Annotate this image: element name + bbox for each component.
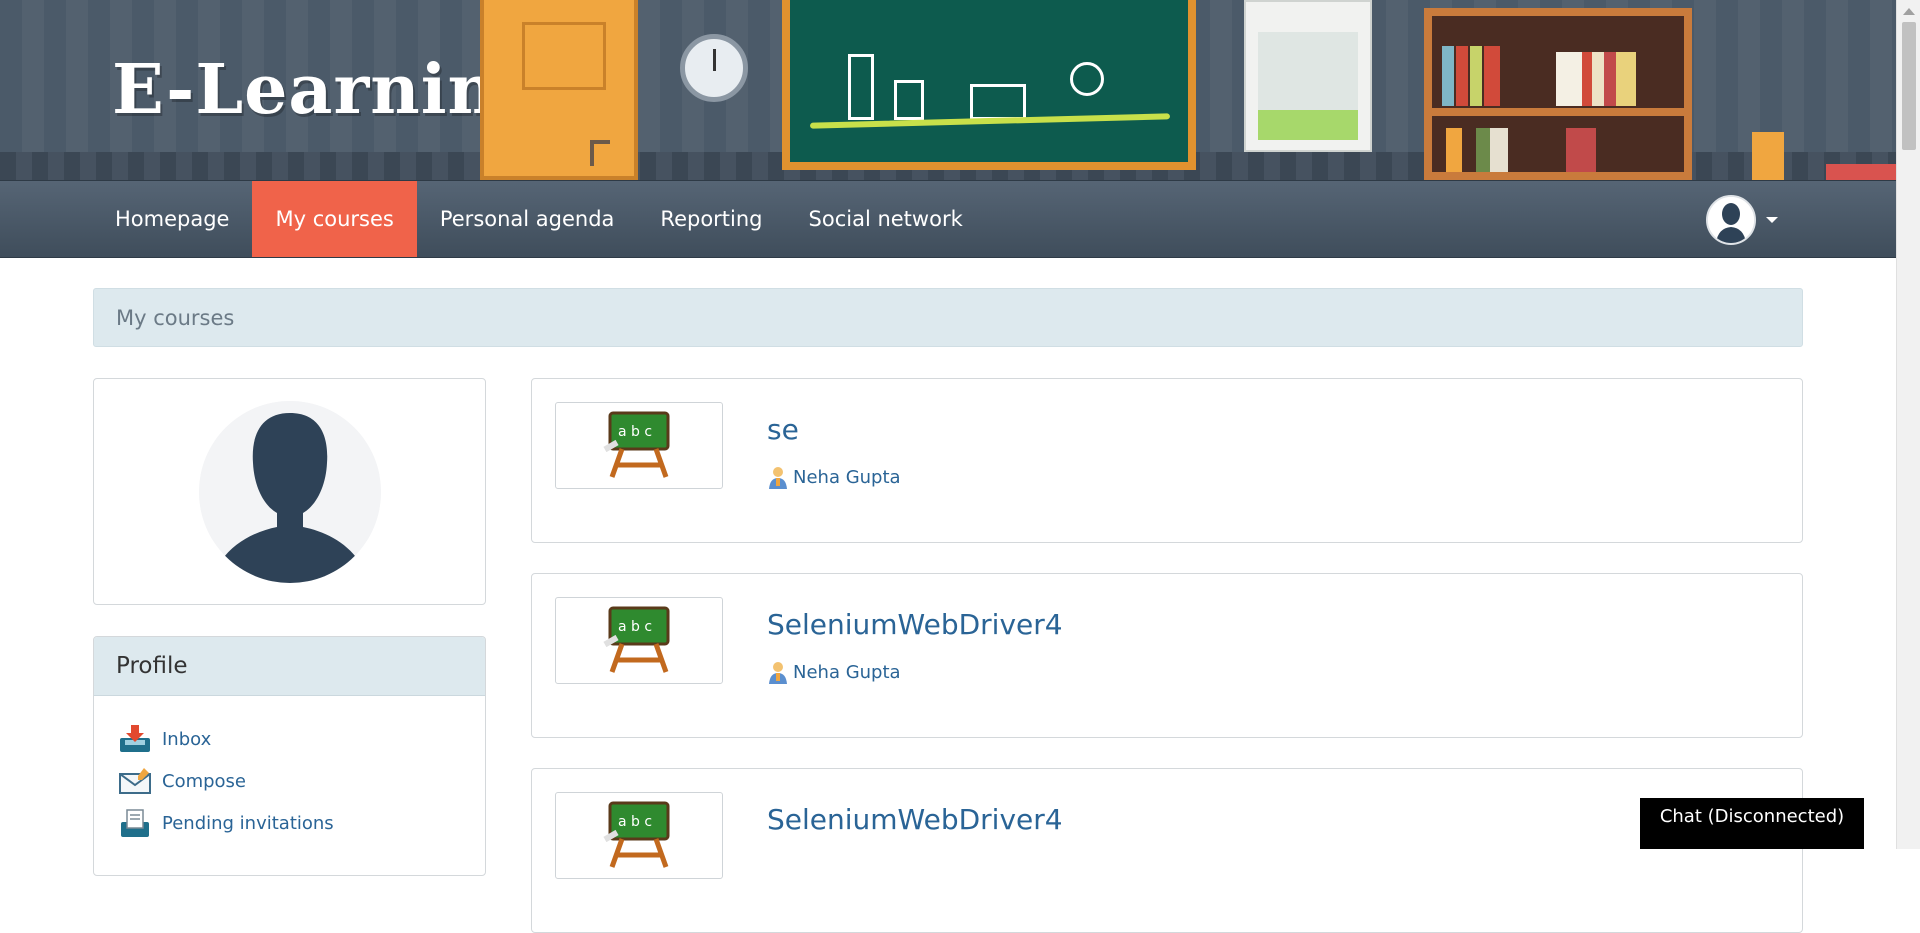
profile-link-inbox[interactable]: Inbox (118, 718, 485, 760)
profile-links: Inbox Compose Pending invitations (94, 696, 485, 844)
nav-my-courses[interactable]: My courses (252, 181, 417, 257)
user-avatar-icon[interactable] (1706, 195, 1756, 245)
profile-link-label[interactable]: Pending invitations (162, 813, 334, 834)
course-card: a b c se Neha Gupta (531, 378, 1803, 543)
blackboard-icon: a b c (603, 606, 670, 673)
main-navbar: Homepage My courses Personal agenda Repo… (0, 180, 1896, 258)
profile-link-label[interactable]: Compose (162, 771, 246, 792)
compose-icon (118, 766, 152, 796)
course-teacher-name[interactable]: Neha Gupta (793, 467, 901, 488)
page-scrollbar[interactable] (1896, 0, 1920, 849)
nav-homepage[interactable]: Homepage (92, 181, 252, 257)
user-menu[interactable] (1706, 195, 1778, 245)
profile-panel-title: Profile (94, 637, 485, 696)
chat-toggle-button[interactable]: Chat (Disconnected) (1640, 798, 1864, 849)
header-banner: E-Learning (0, 0, 1896, 180)
clock-illustration (680, 34, 748, 102)
course-teacher-link[interactable]: Neha Gupta (767, 465, 901, 489)
book-illustration (1826, 164, 1896, 180)
svg-text:a b c: a b c (618, 619, 652, 635)
chat-status-label[interactable]: Chat (Disconnected) (1660, 806, 1844, 849)
chevron-down-icon[interactable] (1766, 217, 1778, 223)
breadcrumb-current: My courses (116, 305, 235, 330)
poster-illustration (1244, 0, 1372, 152)
teacher-icon (769, 467, 787, 489)
nav-personal-agenda[interactable]: Personal agenda (417, 181, 638, 257)
course-card: a b c SeleniumWebDriver4 Neha Gupta (531, 573, 1803, 738)
svg-text:a b c: a b c (618, 424, 652, 440)
user-picture-card (93, 378, 486, 605)
nav-menu: Homepage My courses Personal agenda Repo… (92, 181, 986, 257)
profile-link-label[interactable]: Inbox (162, 729, 211, 750)
avatar[interactable] (199, 401, 381, 583)
course-title-link[interactable]: SeleniumWebDriver4 (767, 803, 1063, 836)
course-thumbnail[interactable]: a b c (555, 597, 723, 684)
course-thumbnail[interactable]: a b c (555, 792, 723, 879)
scrollbar-thumb[interactable] (1902, 22, 1916, 150)
teacher-icon (769, 662, 787, 684)
door-illustration (480, 0, 638, 180)
inbox-icon (118, 724, 152, 754)
course-thumbnail[interactable]: a b c (555, 402, 723, 489)
course-title-link[interactable]: SeleniumWebDriver4 (767, 608, 1063, 641)
profile-panel: Profile Inbox Compose Pending invitation… (93, 636, 486, 876)
chalkboard-illustration (782, 0, 1196, 170)
blackboard-icon: a b c (603, 801, 670, 868)
nav-reporting[interactable]: Reporting (637, 181, 785, 257)
invitations-icon (118, 808, 152, 838)
course-teacher-name[interactable]: Neha Gupta (793, 662, 901, 683)
nav-social-network[interactable]: Social network (786, 181, 986, 257)
profile-link-pending-invitations[interactable]: Pending invitations (118, 802, 485, 844)
breadcrumb: My courses (93, 288, 1803, 347)
bookshelf-illustration (1424, 8, 1692, 180)
svg-text:a b c: a b c (618, 814, 652, 830)
scroll-up-arrow-icon[interactable] (1903, 8, 1915, 15)
blackboard-icon: a b c (603, 411, 670, 478)
course-teacher-link[interactable]: Neha Gupta (767, 660, 901, 684)
pencil-cup-illustration (1752, 132, 1784, 180)
profile-link-compose[interactable]: Compose (118, 760, 485, 802)
course-card: a b c SeleniumWebDriver4 (531, 768, 1803, 933)
course-title-link[interactable]: se (767, 413, 799, 446)
